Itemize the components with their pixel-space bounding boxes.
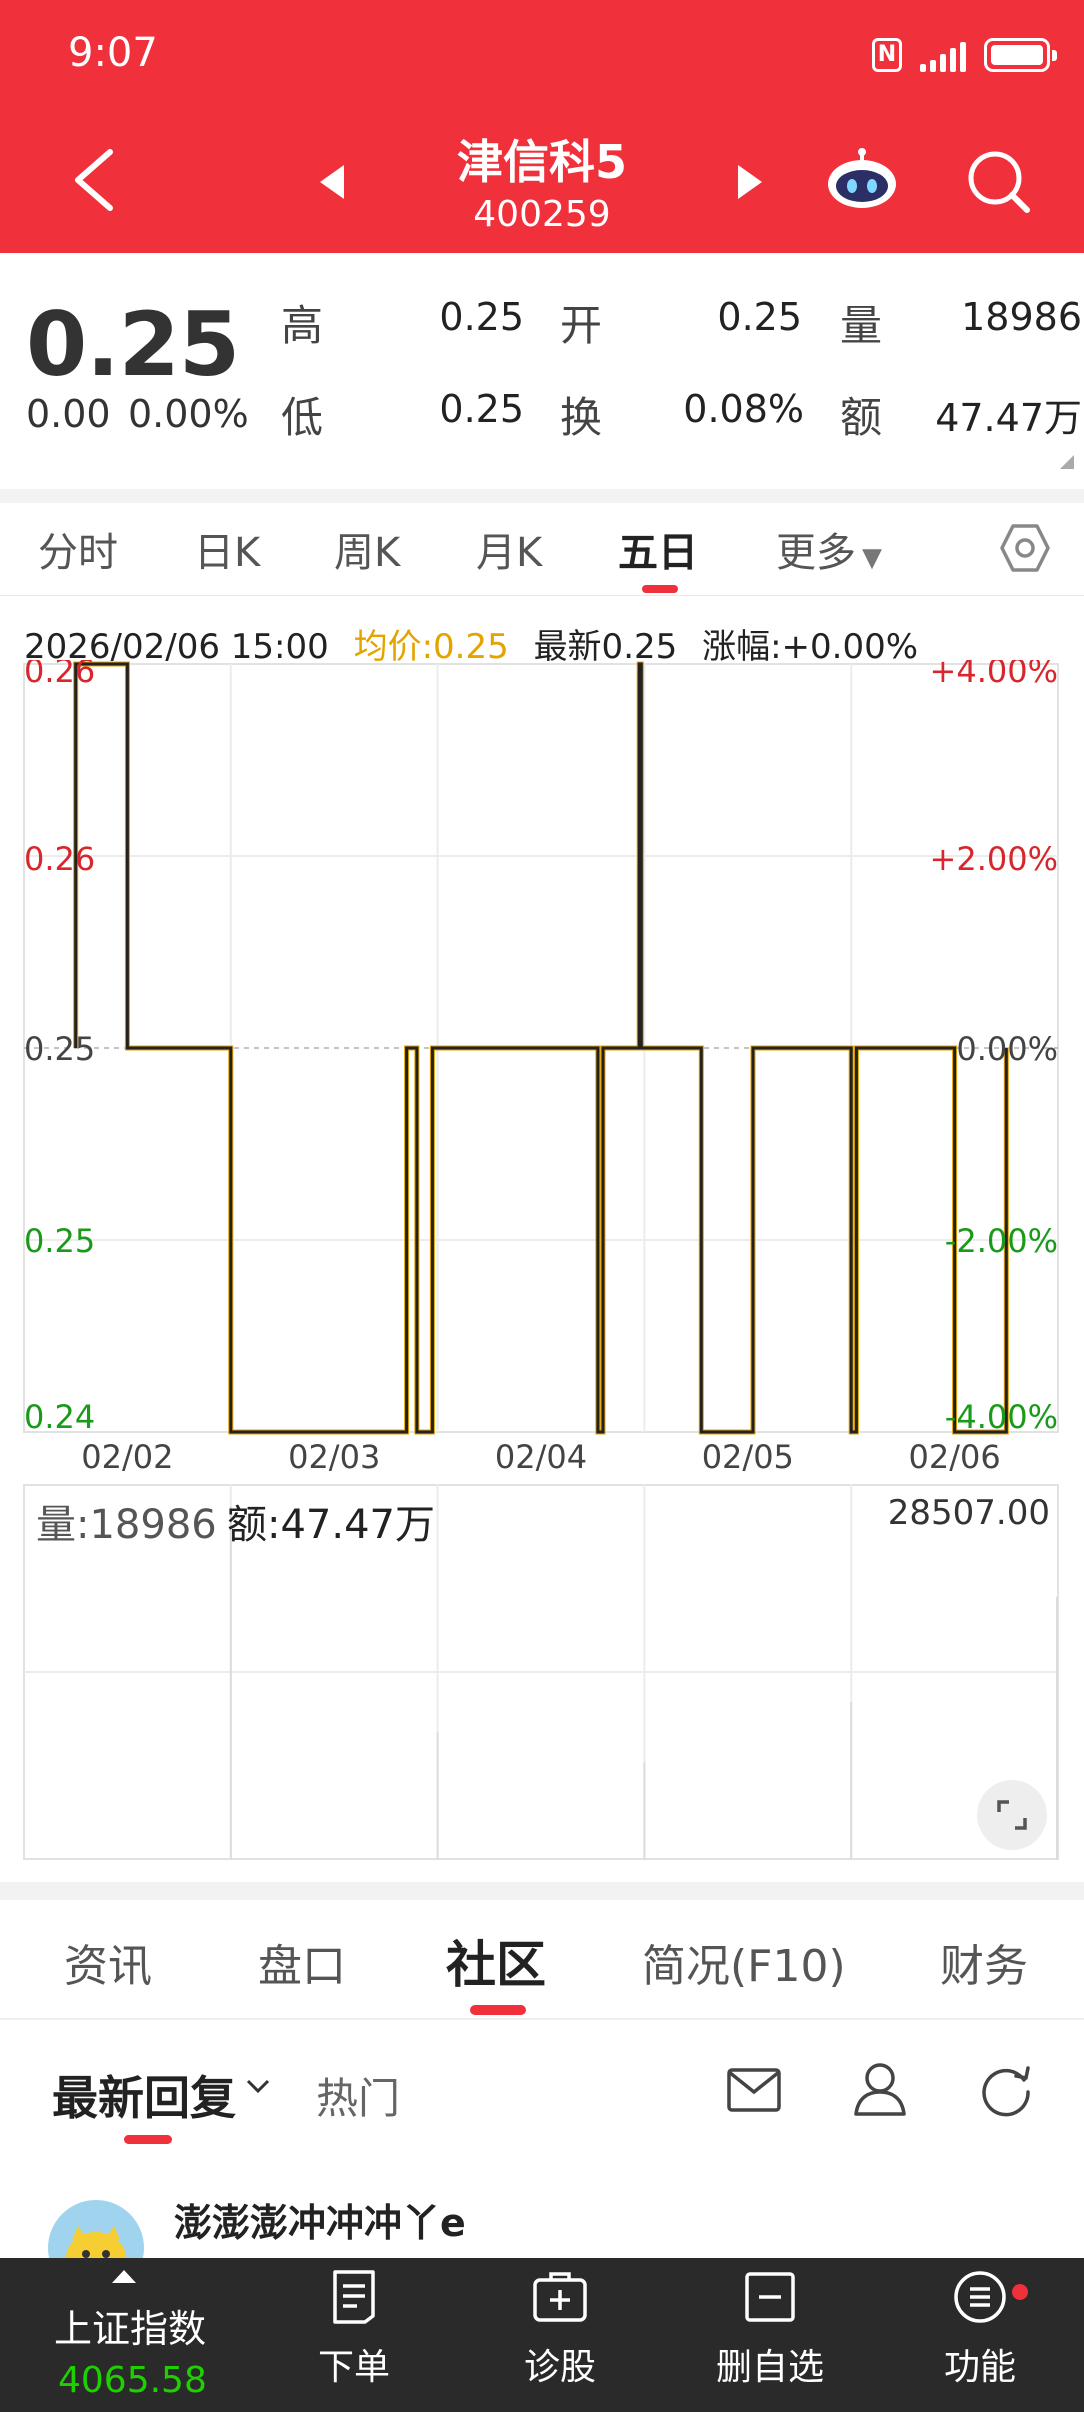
- back-button[interactable]: [70, 148, 120, 212]
- tab-more[interactable]: 更多 ▼: [776, 520, 882, 578]
- tab-finance[interactable]: 财务: [940, 1930, 1028, 1994]
- price-change-pct: 0.00%: [128, 392, 249, 436]
- tab-intraday[interactable]: 分时: [38, 520, 118, 578]
- caret-up-icon: [112, 2270, 136, 2283]
- y-tick-right: +2.00%: [930, 840, 1058, 878]
- tab-monthly-k[interactable]: 月K: [476, 520, 542, 578]
- amount-summary: 额:47.47万: [227, 1502, 435, 1548]
- price-change: 0.00: [26, 392, 111, 436]
- active-filter-indicator: [124, 2135, 172, 2144]
- refresh-icon[interactable]: [978, 2062, 1034, 2118]
- nav-place-order-label: 下单: [317, 2347, 390, 2388]
- active-tab-indicator: [470, 2005, 526, 2015]
- tab-daily-k[interactable]: 日K: [194, 520, 260, 578]
- tab-more-label: 更多: [776, 530, 856, 576]
- y-tick-right: +4.00%: [930, 660, 1058, 690]
- x-tick: 02/04: [495, 1438, 587, 1476]
- x-tick: 02/06: [908, 1438, 1000, 1476]
- y-tick-left: 0.26: [24, 840, 95, 878]
- tab-news[interactable]: 资讯: [64, 1930, 152, 1994]
- filter-hot[interactable]: 热门: [316, 2065, 400, 2126]
- five-day-price-chart[interactable]: 0.26 0.26 0.25 0.25 0.24 +4.00% +2.00% 0.00% -2.…: [0, 660, 1084, 1484]
- nav-place-order[interactable]: 下单: [284, 2268, 424, 2398]
- corner-expand-mark: [1060, 455, 1074, 469]
- volume-max-label: 28507.00: [887, 1493, 1050, 1533]
- index-name[interactable]: 上证指数: [54, 2298, 206, 2353]
- y-tick-left: 0.24: [24, 1398, 95, 1436]
- volume-label: 量: [840, 301, 883, 350]
- next-stock-button[interactable]: [734, 163, 764, 201]
- nav-functions-label: 功能: [943, 2347, 1016, 2388]
- robot-assistant-icon[interactable]: [826, 146, 898, 210]
- amount-label: 额: [840, 393, 883, 442]
- tab-weekly-k[interactable]: 周K: [334, 520, 400, 578]
- remove-square-icon: [745, 2272, 795, 2322]
- stock-name: 津信科5: [456, 135, 627, 189]
- amount-value: 47.47万: [935, 396, 1082, 440]
- nav-diagnose-stock[interactable]: 诊股: [490, 2268, 630, 2398]
- order-document-icon: [333, 2270, 375, 2324]
- section-divider: [0, 1882, 1084, 1900]
- status-icons: N: [872, 34, 1057, 76]
- chevron-down-icon[interactable]: [246, 2078, 270, 2094]
- turnover-label: 换: [560, 393, 603, 442]
- sort-latest-reply[interactable]: 最新回复: [52, 2062, 236, 2128]
- active-tab-indicator: [642, 585, 678, 593]
- y-tick-right: 0.00%: [956, 1030, 1058, 1068]
- battery-icon: [984, 38, 1057, 72]
- tab-order-book[interactable]: 盘口: [258, 1930, 346, 1994]
- notification-dot: [1012, 2284, 1028, 2300]
- x-tick: 02/02: [81, 1438, 173, 1476]
- user-icon[interactable]: [852, 2060, 908, 2116]
- y-tick-left: 0.25: [24, 1222, 95, 1260]
- mail-icon[interactable]: [726, 2066, 782, 2114]
- nav-functions[interactable]: 功能: [910, 2268, 1050, 2398]
- prev-stock-button[interactable]: [318, 163, 348, 201]
- stock-code: 400259: [473, 194, 611, 235]
- nav-remove-watchlist-label: 删自选: [715, 2347, 824, 2388]
- tab-f10-overview[interactable]: 简况(F10): [642, 1930, 846, 1994]
- price-line: [74, 662, 1008, 1434]
- signal-icon: [920, 38, 966, 72]
- menu-circle-icon: [954, 2271, 1006, 2323]
- section-divider: [0, 489, 1084, 503]
- open-value: 0.25: [717, 295, 802, 339]
- low-value: 0.25: [439, 387, 524, 431]
- nav-diagnose-label: 诊股: [523, 2347, 596, 2388]
- volume-summary: 量:18986: [36, 1502, 217, 1548]
- x-tick: 02/03: [288, 1438, 380, 1476]
- nav-remove-watchlist[interactable]: 删自选: [700, 2268, 840, 2398]
- volume-value: 18986: [961, 295, 1082, 339]
- x-tick: 02/05: [702, 1438, 794, 1476]
- status-time: 9:07: [68, 30, 158, 76]
- y-tick-right: -4.00%: [945, 1398, 1058, 1436]
- post-author-name[interactable]: 澎澎澎冲冲冲丫e: [174, 2192, 466, 2247]
- high-label: 高: [281, 301, 324, 350]
- open-label: 开: [560, 301, 603, 350]
- chart-settings-icon[interactable]: [1000, 523, 1050, 573]
- current-price: 0.25: [26, 293, 240, 396]
- y-tick-right: -2.00%: [945, 1222, 1058, 1260]
- nfc-icon: N: [872, 38, 902, 72]
- expand-fullscreen-icon[interactable]: [977, 1780, 1047, 1850]
- y-tick-left: 0.26: [24, 660, 95, 690]
- turnover-value: 0.08%: [683, 387, 804, 431]
- low-label: 低: [281, 393, 324, 442]
- diagnose-kit-icon: [533, 2272, 587, 2322]
- index-value[interactable]: 4065.58: [58, 2360, 207, 2401]
- y-tick-left: 0.25: [24, 1030, 95, 1068]
- tab-five-day[interactable]: 五日: [618, 520, 698, 578]
- search-icon[interactable]: [965, 148, 1031, 214]
- tab-community[interactable]: 社区: [446, 1925, 546, 1997]
- high-value: 0.25: [439, 295, 524, 339]
- dropdown-triangle-icon: ▼: [862, 543, 882, 573]
